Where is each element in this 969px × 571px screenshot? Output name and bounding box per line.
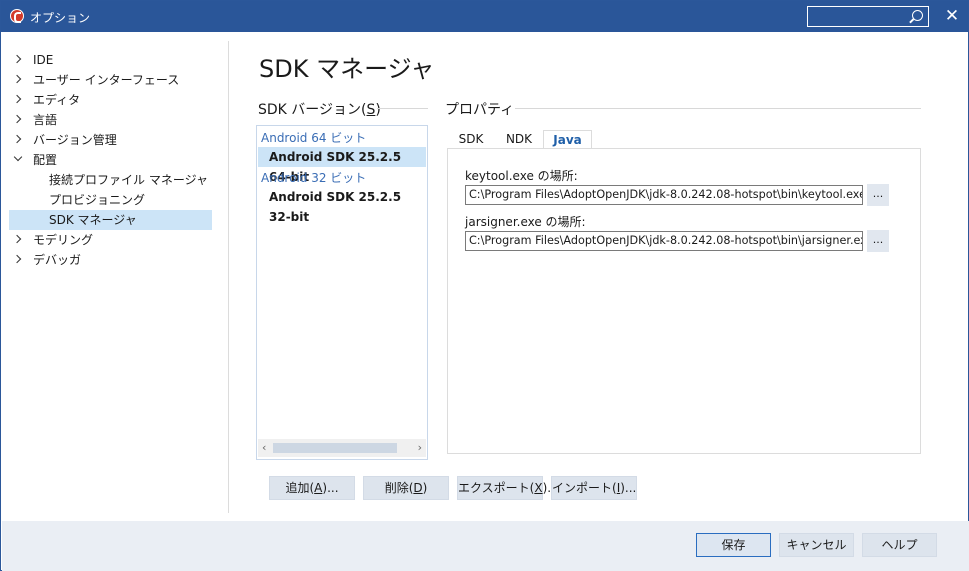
sdk-group-label: Android 32 ビット xyxy=(261,171,367,185)
tree-item-label: 配置 xyxy=(33,153,58,167)
sdk-list-item[interactable]: Android SDK 25.2.5 32-bit xyxy=(258,187,426,224)
app-logo-icon xyxy=(10,9,24,23)
chevron-down-icon[interactable] xyxy=(13,150,23,170)
group-divider xyxy=(515,108,921,109)
keytool-label: keytool.exe の場所: xyxy=(465,169,578,183)
keytool-path-field[interactable]: C:\Program Files\AdoptOpenJDK\jdk-8.0.24… xyxy=(465,185,863,205)
scroll-left-icon[interactable]: ‹ xyxy=(262,441,266,454)
tree-item-version-control[interactable]: バージョン管理 xyxy=(9,130,212,150)
save-button[interactable]: 保存 xyxy=(696,533,771,557)
chevron-right-icon[interactable] xyxy=(13,110,23,130)
tree-item-editor[interactable]: エディタ xyxy=(9,90,212,110)
sdk-version-list[interactable]: Android 64 ビット Android SDK 25.2.5 64-bit… xyxy=(256,125,428,460)
tree-item-modeling[interactable]: モデリング xyxy=(9,230,212,250)
tree-item-ide[interactable]: IDE xyxy=(9,50,212,70)
tree-item-connection-profile-manager[interactable]: 接続プロファイル マネージャ xyxy=(9,170,212,190)
chevron-right-icon[interactable] xyxy=(13,130,23,150)
tree-item-label: IDE xyxy=(33,53,54,67)
options-window: オプション ✕ IDE ユーザー インターフェース エディタ 言語 バージョン管… xyxy=(0,0,969,571)
tree-item-label: ユーザー インターフェース xyxy=(33,73,180,87)
export-button[interactable]: エクスポート(X)... xyxy=(457,476,559,500)
keytool-browse-button[interactable]: ... xyxy=(867,184,889,206)
horizontal-scrollbar[interactable]: ‹ › xyxy=(258,439,426,457)
tab-java[interactable]: Java xyxy=(543,130,592,149)
chevron-right-icon[interactable] xyxy=(13,50,23,70)
tree-item-label: 接続プロファイル マネージャ xyxy=(49,173,208,187)
tree-item-label: モデリング xyxy=(33,233,94,247)
scroll-right-icon[interactable]: › xyxy=(418,441,422,454)
help-button[interactable]: ヘルプ xyxy=(862,533,937,557)
page-title: SDK マネージャ xyxy=(259,55,435,83)
chevron-right-icon[interactable] xyxy=(13,90,23,110)
jarsigner-label: jarsigner.exe の場所: xyxy=(465,215,586,229)
dialog-footer: 保存 キャンセル ヘルプ xyxy=(2,521,969,571)
search-icon[interactable] xyxy=(912,10,923,21)
tree-item-label: SDK マネージャ xyxy=(49,213,137,227)
tree-item-label: 言語 xyxy=(33,113,58,127)
chevron-right-icon[interactable] xyxy=(13,70,23,90)
chevron-right-icon[interactable] xyxy=(13,230,23,250)
tree-item-label: エディタ xyxy=(33,93,81,107)
tree-item-user-interface[interactable]: ユーザー インターフェース xyxy=(9,70,212,90)
sdk-list-item[interactable]: Android SDK 25.2.5 64-bit xyxy=(258,147,426,184)
add-button[interactable]: 追加(A)... xyxy=(269,476,355,500)
tree-item-label: デバッガ xyxy=(33,253,82,267)
title-bar: オプション ✕ xyxy=(1,1,968,32)
java-tab-panel: keytool.exe の場所: C:\Program Files\AdoptO… xyxy=(447,148,921,454)
tree-item-deployment[interactable]: 配置 xyxy=(9,150,212,170)
tree-item-provisioning[interactable]: プロビジョニング xyxy=(9,190,212,210)
sdk-group-label: Android 64 ビット xyxy=(261,131,367,145)
properties-header: プロパティ xyxy=(445,102,515,118)
search-input[interactable] xyxy=(807,6,929,27)
jarsigner-browse-button[interactable]: ... xyxy=(867,230,889,252)
cancel-button[interactable]: キャンセル xyxy=(779,533,854,557)
tree-item-label: プロビジョニング xyxy=(49,193,146,207)
pane-divider xyxy=(228,41,229,513)
tree-item-language[interactable]: 言語 xyxy=(9,110,212,130)
tree-item-debugger[interactable]: デバッガ xyxy=(9,250,212,270)
tree-item-sdk-manager[interactable]: SDK マネージャ xyxy=(9,210,212,230)
tree-item-label: バージョン管理 xyxy=(33,133,117,147)
jarsigner-path-field[interactable]: C:\Program Files\AdoptOpenJDK\jdk-8.0.24… xyxy=(465,231,863,251)
tab-sdk[interactable]: SDK xyxy=(447,130,495,148)
window-title: オプション xyxy=(30,11,91,25)
scrollbar-thumb[interactable] xyxy=(273,443,397,453)
chevron-right-icon[interactable] xyxy=(13,250,23,270)
tab-ndk[interactable]: NDK xyxy=(495,130,543,148)
close-button[interactable]: ✕ xyxy=(941,5,963,27)
group-divider xyxy=(377,108,428,109)
import-button[interactable]: インポート(I)... xyxy=(551,476,637,500)
sdk-versions-header: SDK バージョン(S) xyxy=(258,102,381,118)
delete-button[interactable]: 削除(D) xyxy=(363,476,449,500)
